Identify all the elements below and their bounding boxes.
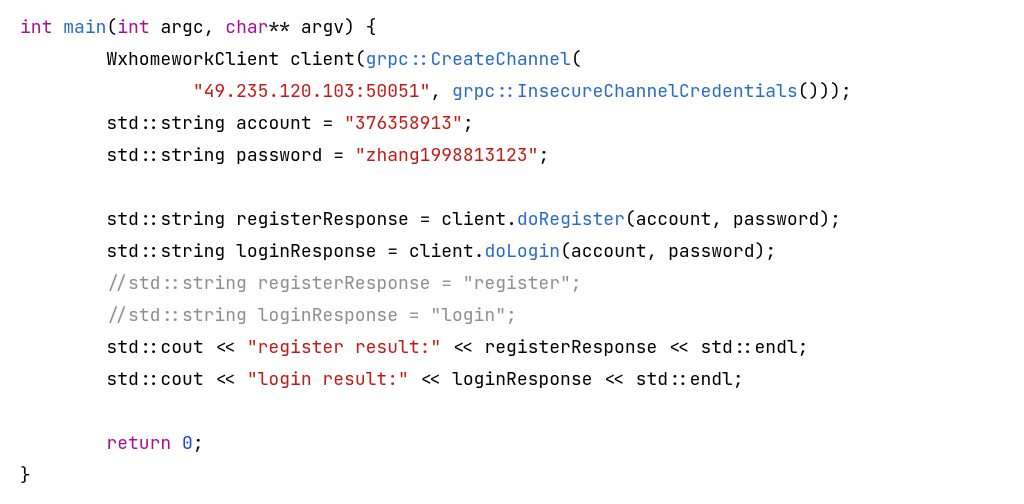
identifier-account: account — [236, 112, 312, 135]
identifier-client: client — [409, 240, 474, 263]
keyword-return: return — [106, 432, 171, 455]
identifier-loginresponse: loginResponse — [236, 240, 376, 263]
namespace-std: std — [700, 336, 732, 359]
namespace-grpc: grpc — [366, 48, 409, 71]
identifier-account: account — [636, 208, 712, 231]
function-main: main — [63, 16, 106, 39]
number-zero: 0 — [182, 432, 193, 455]
keyword-int: int — [117, 16, 149, 39]
identifier-password: password — [236, 144, 322, 167]
method-dologin: doLogin — [484, 240, 560, 263]
namespace-grpc: grpc — [452, 80, 495, 103]
identifier-cout: cout — [160, 336, 203, 359]
type-string: string — [160, 240, 225, 263]
identifier-loginresponse: loginResponse — [452, 368, 592, 391]
identifier-registerresponse: registerResponse — [236, 208, 409, 231]
identifier-endl: endl — [690, 368, 733, 391]
identifier-registerresponse: registerResponse — [484, 336, 657, 359]
namespace-std: std — [106, 112, 138, 135]
identifier-password: password — [733, 208, 819, 231]
identifier-client: client — [441, 208, 506, 231]
namespace-std: std — [106, 368, 138, 391]
code-block: int main(int argc, char** argv) { Wxhome… — [0, 0, 1024, 504]
identifier-client: client — [290, 48, 355, 71]
identifier-endl: endl — [754, 336, 797, 359]
type-string: string — [160, 208, 225, 231]
string-register-result: "register result:" — [247, 336, 441, 359]
identifier-account: account — [571, 240, 647, 263]
namespace-std: std — [106, 144, 138, 167]
string-account: "376358913" — [344, 112, 463, 135]
identifier-password: password — [668, 240, 754, 263]
namespace-std: std — [106, 208, 138, 231]
type-string: string — [160, 112, 225, 135]
string-endpoint: "49.235.120.103:50051" — [193, 80, 431, 103]
keyword-char: char — [225, 16, 268, 39]
identifier-argv: argv — [301, 16, 344, 39]
method-doregister: doRegister — [517, 208, 625, 231]
identifier-argc: argc — [160, 16, 203, 39]
identifier-cout: cout — [160, 368, 203, 391]
comment-login: //std::string loginResponse = "login"; — [106, 304, 516, 327]
comment-register: //std::string registerResponse = "regist… — [106, 272, 581, 295]
type-string: string — [160, 144, 225, 167]
string-login-result: "login result:" — [247, 368, 409, 391]
type-wxhomeworkclient: WxhomeworkClient — [106, 48, 279, 71]
namespace-std: std — [636, 368, 668, 391]
keyword-int: int — [20, 16, 52, 39]
function-insecurechannelcredentials: InsecureChannelCredentials — [517, 80, 798, 103]
string-password: "zhang1998813123" — [355, 144, 539, 167]
namespace-std: std — [106, 336, 138, 359]
function-createchannel: CreateChannel — [430, 48, 570, 71]
namespace-std: std — [106, 240, 138, 263]
